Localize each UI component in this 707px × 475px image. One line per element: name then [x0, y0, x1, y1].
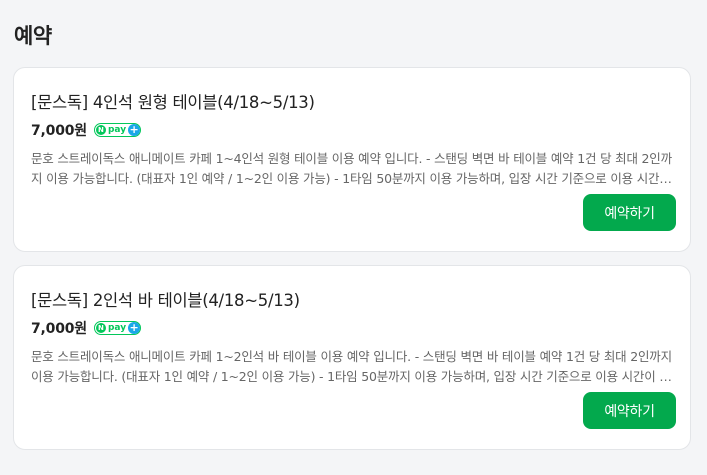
booking-card[interactable]: [문스독] 4인석 원형 테이블(4/18~5/13) 7,000원 N pay… [13, 67, 691, 252]
item-description: 문호 스트레이독스 애니메이트 카페 1~4인석 원형 테이블 이용 예약 입니… [31, 151, 672, 186]
book-button[interactable]: 예약하기 [583, 194, 676, 231]
price-row: 7,000원 N pay + [31, 318, 142, 338]
booking-card[interactable]: [문스독] 2인석 바 테이블(4/18~5/13) 7,000원 N pay … [13, 265, 691, 450]
npay-plus-icon: + [128, 321, 141, 334]
npay-label: pay [107, 125, 127, 135]
npay-badge-icon: N pay + [93, 321, 142, 335]
item-title[interactable]: [문스독] 2인석 바 테이블(4/18~5/13) [31, 287, 300, 311]
section-title: 예약 [14, 24, 52, 48]
npay-plus-icon: + [128, 123, 141, 136]
npay-n-icon: N [95, 125, 106, 135]
book-button[interactable]: 예약하기 [583, 392, 676, 429]
npay-label: pay [107, 323, 127, 333]
price-row: 7,000원 N pay + [31, 120, 142, 140]
item-description: 문호 스트레이독스 애니메이트 카페 1~2인석 바 테이블 이용 예약 입니다… [31, 349, 672, 384]
npay-badge-icon: N pay + [93, 123, 142, 137]
price: 7,000원 [31, 321, 87, 337]
npay-n-icon: N [95, 323, 106, 333]
item-title[interactable]: [문스독] 4인석 원형 테이블(4/18~5/13) [31, 89, 315, 113]
price: 7,000원 [31, 123, 87, 139]
